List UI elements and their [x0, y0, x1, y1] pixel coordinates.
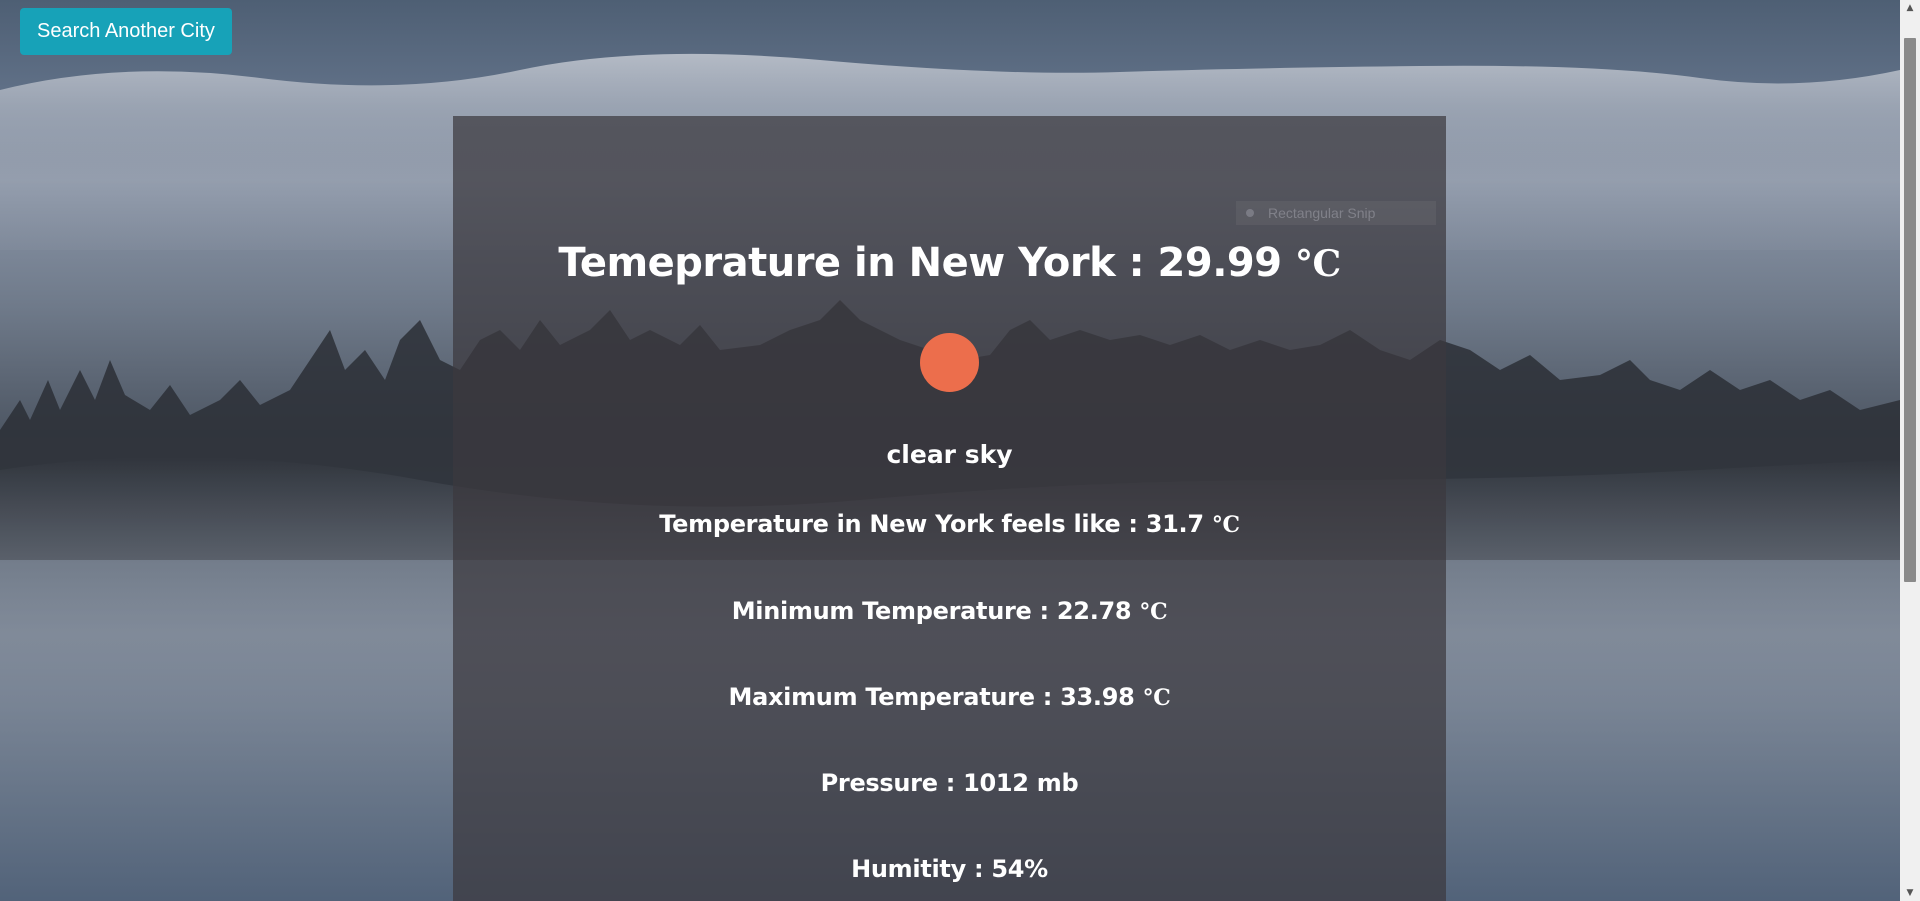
humidity-row: Humitity : 54%: [851, 855, 1048, 883]
min-temperature-text: Minimum Temperature : 22.78: [731, 597, 1140, 625]
scrollbar-thumb[interactable]: [1904, 38, 1916, 582]
max-temperature-text: Maximum Temperature : 33.98: [728, 683, 1143, 711]
weather-description: clear sky: [886, 440, 1013, 469]
pressure-row: Pressure : 1012 mb: [820, 769, 1079, 797]
sun-icon: [920, 333, 979, 392]
max-temperature-row: Maximum Temperature : 33.98 °C: [453, 683, 1446, 711]
min-temperature-row: Minimum Temperature : 22.78 °C: [453, 597, 1446, 625]
scroll-up-arrow-icon[interactable]: ▲: [1900, 0, 1920, 16]
title-unit: °C: [1294, 243, 1341, 285]
page-title: Temeprature in New York : 29.99 °C: [453, 240, 1446, 286]
max-temperature-unit: °C: [1142, 685, 1171, 711]
snip-overlay: Rectangular Snip: [1236, 201, 1436, 225]
scroll-down-arrow-icon[interactable]: ▼: [1900, 885, 1920, 901]
snip-dot-icon: [1246, 209, 1254, 217]
feels-like-row: Temperature in New York feels like : 31.…: [453, 510, 1446, 538]
min-temperature-unit: °C: [1139, 599, 1168, 625]
snip-label-text: Rectangular Snip: [1268, 205, 1376, 221]
feels-like-text: Temperature in New York feels like : 31.…: [659, 510, 1212, 538]
search-another-city-button[interactable]: Search Another City: [20, 8, 232, 55]
scrollbar[interactable]: ▲ ▼: [1900, 0, 1920, 901]
title-text: Temeprature in New York : 29.99: [558, 240, 1295, 286]
feels-like-unit: °C: [1211, 512, 1240, 538]
